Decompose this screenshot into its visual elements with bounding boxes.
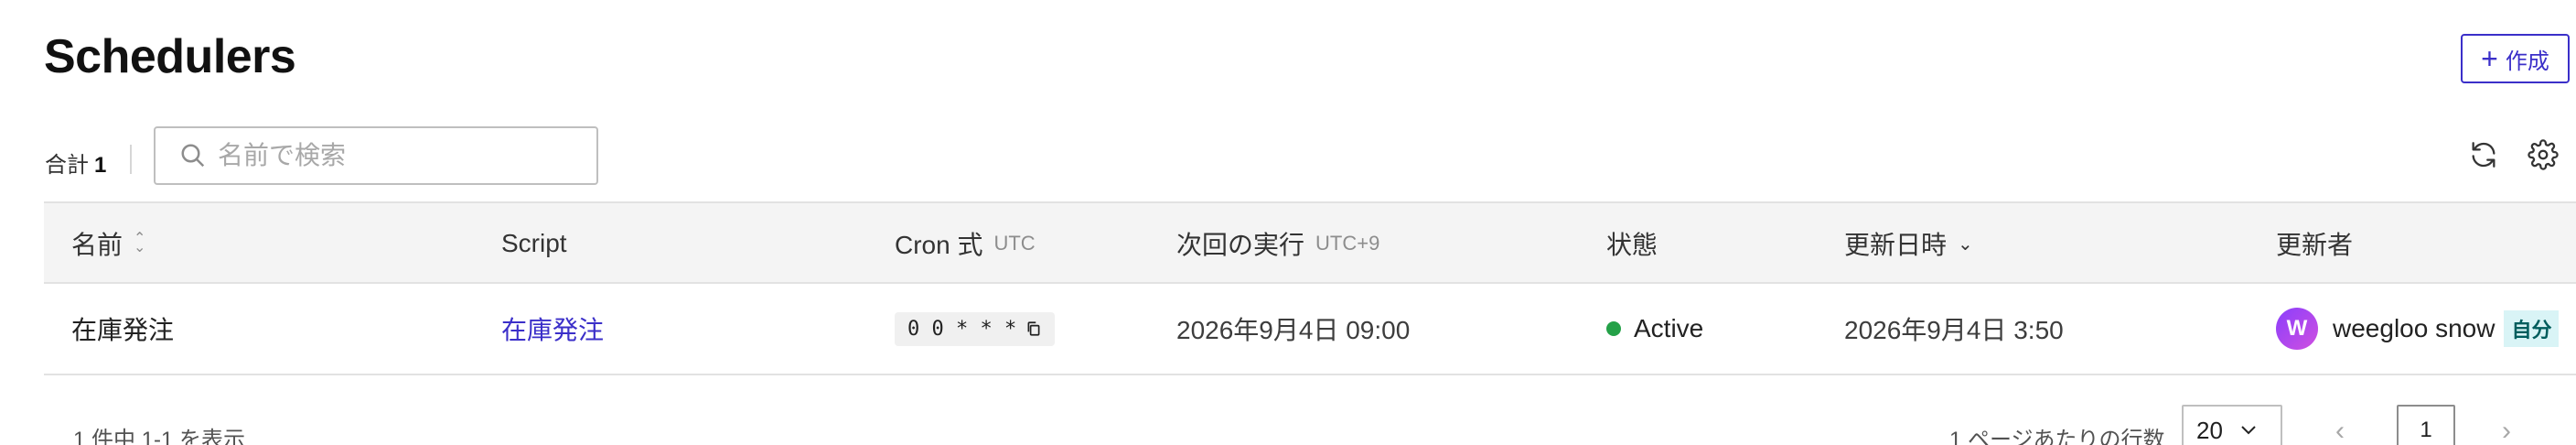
column-header-status: 状態	[1606, 203, 1658, 284]
avatar: W	[2276, 308, 2318, 350]
cell-name: 在庫発注	[71, 316, 175, 344]
previous-page-button[interactable]: ‹	[2335, 416, 2345, 445]
column-label: 更新者	[2276, 231, 2354, 259]
cell-script: 在庫発注	[501, 284, 604, 374]
search-box[interactable]	[154, 126, 598, 185]
column-label: 更新日時	[1844, 231, 1948, 259]
refresh-icon[interactable]	[2467, 138, 2500, 171]
sort-descending-icon: ⌄	[1958, 233, 1973, 255]
rows-per-page-label: 1 ページあたりの行数	[1949, 428, 2165, 445]
pagination-range: 1 件中 1-1 を表示	[73, 428, 246, 445]
page-number[interactable]: 1	[2397, 405, 2455, 445]
rows-per-page-select[interactable]: 20	[2182, 405, 2282, 445]
create-button-label: 作成	[2505, 49, 2549, 74]
column-header-name[interactable]: 名前 ⌃ ⌄	[71, 203, 145, 284]
search-icon	[181, 144, 205, 168]
column-label: 次回の実行	[1176, 231, 1305, 259]
status-text: Active	[1634, 314, 1704, 342]
create-button[interactable]: + 作成	[2461, 34, 2570, 83]
plus-icon: +	[2481, 42, 2498, 75]
column-label: 状態	[1606, 231, 1658, 259]
copy-icon[interactable]	[1025, 320, 1042, 337]
table-header: 名前 ⌃ ⌄ Script Cron 式 UTC 次回の実行 UTC+9 状態 更…	[44, 201, 2576, 284]
page-title: Schedulers	[44, 30, 296, 83]
column-label: 名前	[71, 231, 123, 259]
column-header-updated-at[interactable]: 更新日時 ⌄	[1844, 203, 1973, 284]
column-label: Script	[501, 229, 567, 257]
timezone-label: UTC	[993, 232, 1036, 255]
timezone-label: UTC+9	[1315, 232, 1380, 255]
self-badge: 自分	[2504, 310, 2560, 347]
column-header-next-run: 次回の実行 UTC+9	[1176, 203, 1379, 284]
schedulers-table: 名前 ⌃ ⌄ Script Cron 式 UTC 次回の実行 UTC+9 状態 更…	[44, 201, 2576, 375]
table-row[interactable]: 在庫発注 在庫発注 0 0 * * * 2026年9月4日 09:00 Acti…	[44, 284, 2576, 375]
chevron-down-icon	[2239, 421, 2258, 440]
cell-next-run: 2026年9月4日 09:00	[1176, 316, 1411, 344]
next-page-button[interactable]: ›	[2502, 416, 2511, 445]
cron-text: 0 0 * * *	[907, 317, 1017, 341]
cell-cron: 0 0 * * *	[895, 284, 1056, 374]
rows-per-page-value: 20	[2196, 416, 2223, 444]
script-link[interactable]: 在庫発注	[501, 310, 604, 347]
cell-updated-at: 2026年9月4日 3:50	[1844, 316, 2064, 344]
column-label: Cron 式	[895, 231, 983, 259]
total-count-value: 1	[94, 153, 107, 178]
column-header-script: Script	[501, 203, 567, 284]
total-count: 合計 1	[45, 147, 106, 179]
user-name: weegloo snow	[2333, 314, 2496, 342]
column-header-cron: Cron 式 UTC	[895, 203, 1036, 284]
sort-icon: ⌃ ⌄	[134, 231, 146, 255]
divider	[130, 145, 132, 174]
cell-status: Active	[1606, 284, 1703, 374]
search-input[interactable]	[218, 141, 584, 170]
settings-icon[interactable]	[2527, 138, 2560, 171]
column-header-updated-by: 更新者	[2276, 203, 2353, 284]
status-dot	[1606, 321, 1621, 336]
total-label: 合計	[45, 153, 89, 178]
cell-updated-by: W weegloo snow 自分	[2276, 284, 2560, 374]
cron-expression: 0 0 * * *	[895, 311, 1056, 346]
